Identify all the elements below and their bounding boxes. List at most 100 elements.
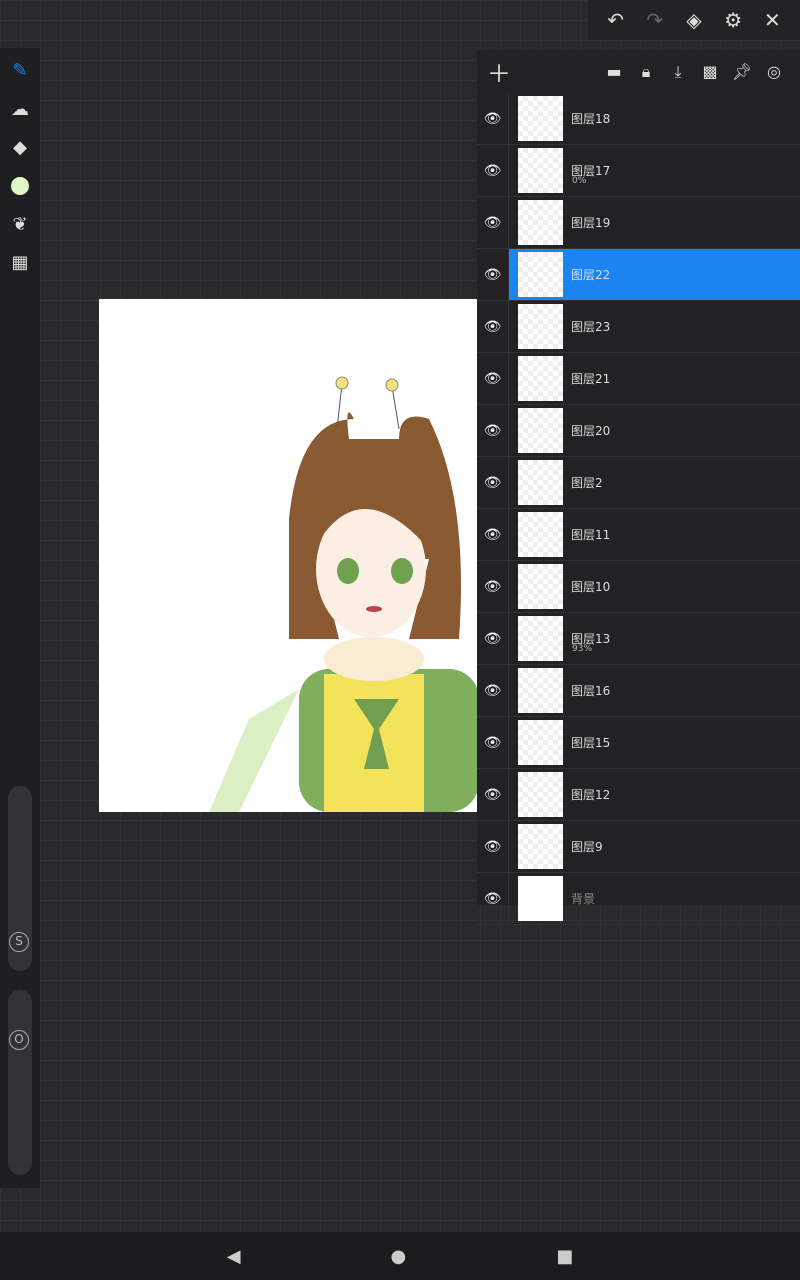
layer-thumbnail <box>518 356 563 401</box>
layer-row[interactable]: 👁︎ 图层23 <box>477 301 800 353</box>
layer-item[interactable]: 图层21 <box>508 353 800 404</box>
drawing-canvas[interactable] <box>99 299 477 812</box>
layer-name: 图层23 <box>571 320 611 334</box>
character-artwork <box>209 376 477 812</box>
grid-menu-icon[interactable]: ▦ <box>8 250 32 274</box>
visibility-eye-icon[interactable]: 👁︎ <box>477 319 508 335</box>
layer-item[interactable]: 图层12 <box>508 769 800 820</box>
layer-row[interactable]: 👁︎ 图层15 <box>477 717 800 769</box>
layer-row[interactable]: 👁︎ 图层20 <box>477 405 800 457</box>
layer-row[interactable]: 👁︎ 图层11 <box>477 509 800 561</box>
layer-thumbnail <box>518 616 563 661</box>
back-icon[interactable]: ◀ <box>227 1246 241 1267</box>
visibility-eye-icon[interactable]: 👁︎ <box>477 579 508 595</box>
system-nav-bar: ◀ ● ■ <box>0 1232 800 1280</box>
pin-icon[interactable]: 📌︎ <box>726 62 758 81</box>
visibility-eye-icon[interactable]: 👁︎ <box>477 423 508 439</box>
layer-row[interactable]: 👁︎ 图层10 <box>477 561 800 613</box>
color-picker-button[interactable] <box>8 174 32 198</box>
layer-row[interactable]: 👁︎ 图层19 <box>477 197 800 249</box>
visibility-eye-icon[interactable]: 👁︎ <box>477 839 508 855</box>
layer-name: 图层16 <box>571 684 611 698</box>
opacity-slider[interactable] <box>8 990 32 1175</box>
layer-name: 图层12 <box>571 788 611 802</box>
home-icon[interactable]: ● <box>391 1246 407 1267</box>
layer-row[interactable]: 👁︎ 图层22 <box>477 249 800 301</box>
visibility-eye-icon[interactable]: 👁︎ <box>477 111 508 127</box>
layer-name: 图层9 <box>571 840 603 854</box>
layer-item[interactable]: 图层15 <box>508 717 800 768</box>
layer-item[interactable]: 背景 <box>508 873 800 924</box>
layer-thumbnail <box>518 668 563 713</box>
layer-thumbnail <box>518 252 563 297</box>
layer-item[interactable]: 图层23 <box>508 301 800 352</box>
visibility-eye-icon[interactable]: 👁︎ <box>477 163 508 179</box>
layer-item[interactable]: 图层17 0% <box>508 145 800 196</box>
opacity-label: O <box>9 1030 29 1050</box>
layer-item[interactable]: 图层11 <box>508 509 800 560</box>
layer-item[interactable]: 图层9 <box>508 821 800 872</box>
smudge-tool-icon[interactable]: ☁ <box>8 97 32 121</box>
add-layer-icon[interactable]: ＋ <box>487 54 517 89</box>
transparency-icon[interactable]: ▩ <box>694 62 726 81</box>
layer-item[interactable]: 图层16 <box>508 665 800 716</box>
layer-name: 图层11 <box>571 528 611 542</box>
gear-icon[interactable]: ⚙ <box>718 8 748 32</box>
size-label: S <box>9 932 29 952</box>
layer-thumbnail <box>518 96 563 141</box>
layer-panel-header: ＋ ▬ 🔒︎ ⤓ ▩ 📌︎ ◎ <box>477 50 800 93</box>
layer-item[interactable]: 图层2 <box>508 457 800 508</box>
layer-thumbnail <box>518 512 563 557</box>
layer-thumbnail <box>518 824 563 869</box>
visibility-eye-icon[interactable]: 👁︎ <box>477 527 508 543</box>
close-icon[interactable]: ✕ <box>757 8 787 32</box>
recents-icon[interactable]: ■ <box>556 1246 573 1267</box>
layer-row[interactable]: 👁︎ 图层21 <box>477 353 800 405</box>
layer-name: 图层15 <box>571 736 611 750</box>
layer-item[interactable]: 图层18 <box>508 93 800 144</box>
visibility-eye-icon[interactable]: 👁︎ <box>477 475 508 491</box>
visibility-eye-icon[interactable]: 👁︎ <box>477 891 508 907</box>
folder-icon[interactable]: ▬ <box>598 62 630 81</box>
left-toolbar: ✎ ☁ ◆ ❦ ▦ S O <box>0 48 40 1188</box>
layer-thumbnail <box>518 460 563 505</box>
redo-icon[interactable]: ↷ <box>640 8 670 32</box>
layer-item[interactable]: 图层20 <box>508 405 800 456</box>
layer-thumbnail <box>518 304 563 349</box>
layer-item[interactable]: 图层13 93% <box>508 613 800 664</box>
target-icon[interactable]: ◎ <box>758 62 790 81</box>
visibility-eye-icon[interactable]: 👁︎ <box>477 371 508 387</box>
layer-name: 图层21 <box>571 372 611 386</box>
layer-row[interactable]: 👁︎ 图层16 <box>477 665 800 717</box>
layer-name: 图层19 <box>571 216 611 230</box>
visibility-eye-icon[interactable]: 👁︎ <box>477 267 508 283</box>
layer-name: 图层10 <box>571 580 611 594</box>
layer-row[interactable]: 👁︎ 图层9 <box>477 821 800 873</box>
layer-row[interactable]: 👁︎ 图层13 93% <box>477 613 800 665</box>
layer-thumbnail <box>518 564 563 609</box>
visibility-eye-icon[interactable]: 👁︎ <box>477 787 508 803</box>
undo-icon[interactable]: ↶ <box>601 8 631 32</box>
layer-row[interactable]: 👁︎ 图层12 <box>477 769 800 821</box>
layer-item[interactable]: 图层22 <box>508 249 800 300</box>
leaf-brush-icon[interactable]: ❦ <box>8 212 32 236</box>
layer-row[interactable]: 👁︎ 背景 <box>477 873 800 925</box>
visibility-eye-icon[interactable]: 👁︎ <box>477 631 508 647</box>
visibility-eye-icon[interactable]: 👁︎ <box>477 735 508 751</box>
layer-thumbnail <box>518 200 563 245</box>
eraser-tool-icon[interactable]: ◆ <box>8 135 32 159</box>
layer-opacity: 0% <box>572 176 587 186</box>
layers-icon[interactable]: ◈ <box>679 8 709 32</box>
layer-row[interactable]: 👁︎ 图层17 0% <box>477 145 800 197</box>
merge-down-icon[interactable]: ⤓ <box>662 62 694 82</box>
visibility-eye-icon[interactable]: 👁︎ <box>477 683 508 699</box>
visibility-eye-icon[interactable]: 👁︎ <box>477 215 508 231</box>
lock-icon[interactable]: 🔒︎ <box>630 62 662 82</box>
layer-row[interactable]: 👁︎ 图层18 <box>477 93 800 145</box>
pen-tool-icon[interactable]: ✎ <box>8 58 32 82</box>
layer-item[interactable]: 图层19 <box>508 197 800 248</box>
layer-row[interactable]: 👁︎ 图层2 <box>477 457 800 509</box>
layer-name: 图层18 <box>571 112 611 126</box>
layer-item[interactable]: 图层10 <box>508 561 800 612</box>
layer-name: 图层22 <box>571 268 611 282</box>
